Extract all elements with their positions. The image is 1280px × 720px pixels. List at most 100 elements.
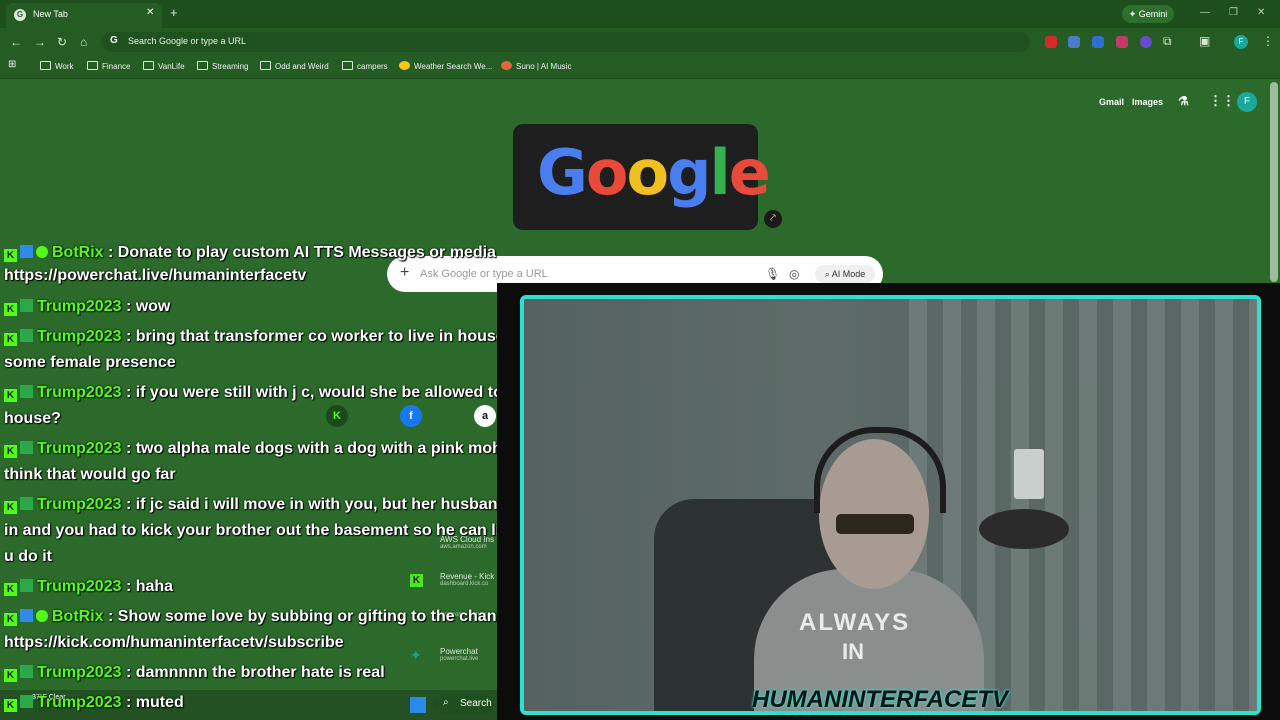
- minimize-icon[interactable]: —: [1200, 7, 1210, 18]
- reload-icon[interactable]: ↻: [57, 35, 67, 49]
- bookmark-odd-and-weird[interactable]: Odd and Weird: [260, 61, 329, 71]
- shortcut-title: Revenue - Kick: [440, 572, 495, 581]
- chat-text: : Donate to play custom AI TTS Messages …: [108, 244, 496, 261]
- bookmark-work[interactable]: Work: [40, 61, 74, 71]
- chat-message: K BotRix : Show some love by subbing or g…: [4, 604, 530, 630]
- bot-badge-icon: [20, 245, 33, 258]
- kick-badge-icon: K: [4, 699, 17, 712]
- google-g-icon: G: [110, 35, 118, 46]
- labs-flask-icon[interactable]: ⚗: [1178, 94, 1189, 108]
- extension-audio-icon[interactable]: [1092, 36, 1104, 48]
- address-bar-text: Search Google or type a URL: [128, 36, 247, 46]
- bookmark-suno[interactable]: Suno | AI Music: [501, 61, 571, 71]
- home-icon[interactable]: ⌂: [80, 35, 87, 49]
- kick-icon: K: [410, 574, 423, 587]
- close-tab-icon[interactable]: ✕: [146, 7, 154, 18]
- subscriber-badge-icon: [20, 385, 33, 398]
- powerchat-icon: ✦: [410, 647, 422, 663]
- chat-message: K Trump2023 : muted: [4, 690, 184, 716]
- chat-username[interactable]: Trump2023: [37, 440, 121, 457]
- chat-text: : wow: [125, 298, 171, 315]
- tab-title: New Tab: [33, 9, 68, 19]
- chat-username[interactable]: Trump2023: [37, 298, 121, 315]
- webcam-view: ALWAYS IN: [520, 295, 1261, 715]
- address-bar[interactable]: G Search Google or type a URL: [102, 32, 1030, 52]
- taskbar-search-label: Search: [460, 698, 492, 709]
- google-apps-icon[interactable]: ⋮⋮: [1209, 93, 1235, 109]
- ai-mode-button[interactable]: ⌕ AI Mode: [815, 265, 875, 283]
- account-avatar[interactable]: F: [1237, 92, 1257, 112]
- menu-kebab-icon[interactable]: ⋮: [1262, 34, 1274, 48]
- chat-text: : damnnnn the brother hate is real: [125, 664, 385, 681]
- windows-start-icon[interactable]: [410, 697, 426, 713]
- chat-message: K Trump2023 : if you were still with j c,…: [4, 380, 581, 406]
- chat-username[interactable]: Trump2023: [37, 328, 121, 345]
- chat-text: : Show some love by subbing or gifting t…: [108, 608, 531, 625]
- bookmark-label: campers: [357, 62, 388, 71]
- side-panel-icon[interactable]: ▣: [1199, 34, 1210, 48]
- extension-pdf-icon[interactable]: [1116, 36, 1128, 48]
- forward-icon[interactable]: →: [34, 35, 46, 49]
- back-icon[interactable]: ←: [10, 35, 22, 49]
- bookmark-label: Weather Search We...: [414, 62, 493, 71]
- kick-badge-icon: K: [4, 613, 17, 626]
- bookmark-vanlife[interactable]: VanLife: [143, 61, 185, 71]
- share-icon[interactable]: ⤤: [764, 210, 782, 228]
- apps-grid-icon[interactable]: ⊞: [8, 59, 16, 70]
- bookmark-label: Streaming: [212, 62, 249, 71]
- bookmark-finance[interactable]: Finance: [87, 61, 130, 71]
- close-window-icon[interactable]: ✕: [1257, 7, 1265, 18]
- bookmark-streaming[interactable]: Streaming: [197, 61, 248, 71]
- shortcut-url: aws.amazon.com: [440, 544, 487, 550]
- chat-message-continuation: house?: [4, 406, 61, 432]
- chat-message-continuation: https://kick.com/humaninterfacetv/subscr…: [4, 630, 344, 656]
- ai-mode-label: AI Mode: [831, 269, 866, 279]
- chat-username[interactable]: BotRix: [52, 244, 104, 261]
- extension-ai-icon[interactable]: [1140, 36, 1152, 48]
- shortcut-revenue-kick[interactable]: K Revenue - Kick dashboard.kick.co: [404, 572, 500, 587]
- page-scrollbar[interactable]: [1270, 82, 1278, 282]
- tab-new-tab[interactable]: G New Tab ✕: [6, 3, 162, 28]
- gemini-label: Gemini: [1138, 9, 1168, 19]
- chat-text: think that would go far: [4, 466, 176, 483]
- chat-message: K Trump2023 : wow: [4, 294, 170, 320]
- shortcut-kick-icon[interactable]: K: [326, 405, 348, 427]
- bookmarks-bar: ⊞ Work Finance VanLife Streaming Odd and…: [0, 56, 1280, 79]
- microphone-icon[interactable]: 🎙: [765, 267, 780, 281]
- gemini-button[interactable]: ✦ Gemini: [1122, 5, 1174, 23]
- bookmark-campers[interactable]: campers: [342, 61, 388, 71]
- extension-translate-icon[interactable]: [1068, 36, 1080, 48]
- lens-camera-icon[interactable]: ◎: [789, 267, 799, 281]
- profile-avatar[interactable]: F: [1234, 35, 1248, 49]
- shortcut-amazon-icon[interactable]: a: [474, 405, 496, 427]
- subscriber-badge-icon: [20, 441, 33, 454]
- chat-text: u do it: [4, 548, 52, 565]
- extension-adblock-icon[interactable]: [1045, 36, 1057, 48]
- shirt-text-line1: ALWAYS: [799, 609, 911, 636]
- chat-username[interactable]: Trump2023: [37, 664, 121, 681]
- images-link[interactable]: Images: [1132, 97, 1163, 107]
- new-tab-button[interactable]: +: [170, 5, 178, 20]
- chat-username[interactable]: BotRix: [52, 608, 104, 625]
- bookmark-weather[interactable]: Weather Search We...: [399, 61, 492, 71]
- subscriber-badge-icon: [20, 497, 33, 510]
- kick-badge-icon: K: [4, 501, 17, 514]
- chat-username[interactable]: Trump2023: [37, 694, 121, 711]
- subscriber-badge-icon: [20, 299, 33, 312]
- gmail-link[interactable]: Gmail: [1099, 97, 1124, 107]
- suno-icon: [501, 61, 512, 70]
- shortcut-powerchat[interactable]: ✦ Powerchat powerchat.live: [404, 647, 500, 663]
- chat-message-continuation: u do it: [4, 544, 52, 570]
- add-plus-icon[interactable]: +: [400, 264, 409, 282]
- kick-badge-icon: K: [4, 389, 17, 402]
- google-doodle[interactable]: Google: [513, 124, 771, 230]
- chat-username[interactable]: Trump2023: [37, 578, 121, 595]
- chat-username[interactable]: Trump2023: [37, 384, 121, 401]
- shortcut-facebook-icon[interactable]: f: [400, 405, 422, 427]
- browser-toolbar: ← → ↻ ⌂ G Search Google or type a URL ⧉ …: [0, 28, 1280, 56]
- extensions-puzzle-icon[interactable]: ⧉: [1163, 34, 1172, 49]
- chat-username[interactable]: Trump2023: [37, 496, 121, 513]
- maximize-icon[interactable]: ❐: [1229, 7, 1238, 18]
- subscriber-badge-icon: [20, 695, 33, 708]
- subscriber-badge-icon: [20, 665, 33, 678]
